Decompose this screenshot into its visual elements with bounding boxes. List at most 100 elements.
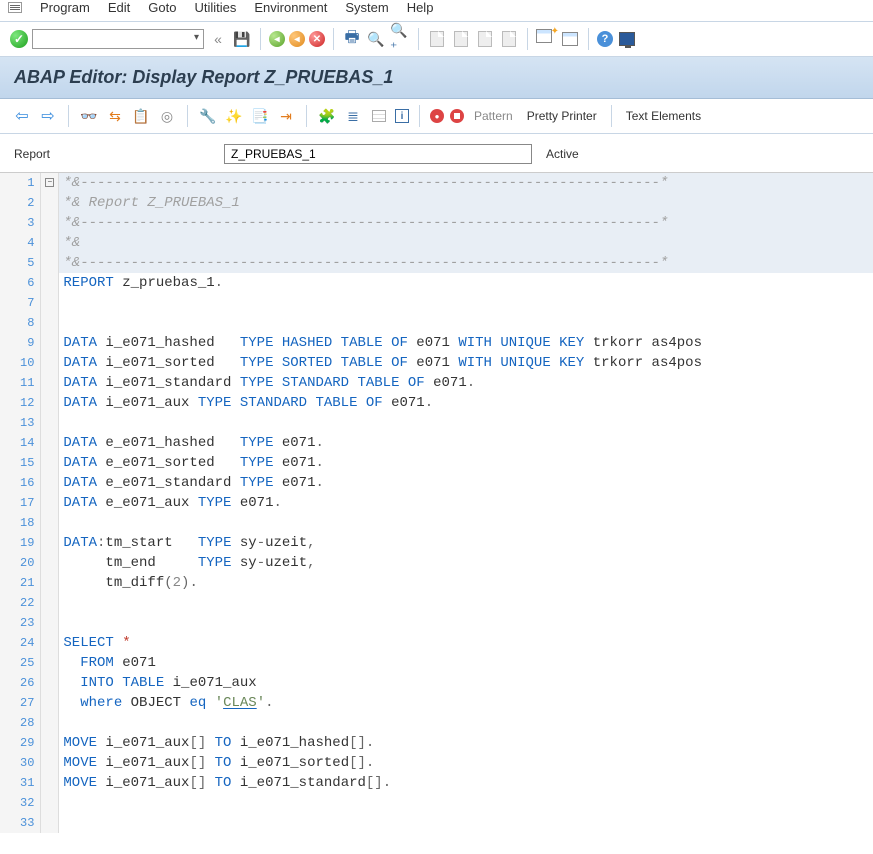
code-editor[interactable]: 1234567891011121314151617181920212223242… [0, 172, 873, 833]
code-line[interactable]: DATA e_e071_aux TYPE e071. [59, 493, 873, 513]
where-used-icon[interactable]: 🧩 [317, 106, 337, 126]
menu-utilities[interactable]: Utilities [194, 0, 236, 15]
other-object-icon[interactable]: ⇆ [105, 106, 125, 126]
code-line[interactable]: DATA i_e071_hashed TYPE HASHED TABLE OF … [59, 333, 873, 353]
collapse-icon[interactable]: « [208, 29, 228, 49]
find-next-icon[interactable]: 🔍⁺ [390, 29, 410, 49]
code-line[interactable] [59, 513, 873, 533]
code-line[interactable] [59, 613, 873, 633]
nav-list-icon[interactable]: i [395, 109, 409, 123]
code-line[interactable]: SELECT * [59, 633, 873, 653]
fold-column[interactable]: − [41, 173, 59, 833]
line-number: 6 [20, 273, 34, 293]
menu-bar: Program Edit Goto Utilities Environment … [0, 0, 873, 22]
separator [333, 28, 334, 50]
enhance-icon[interactable]: ◎ [157, 106, 177, 126]
object-list-icon[interactable]: ≣ [343, 106, 363, 126]
back-icon[interactable]: ◂ [269, 31, 285, 47]
system-toolbar: ✓ « 💾 ◂ ◂ ✕ 🖶 🔍 🔍⁺ ✦ ? [0, 22, 873, 57]
line-number: 29 [20, 733, 34, 753]
inactive-icon[interactable]: 📋 [131, 106, 151, 126]
code-line[interactable]: tm_end TYPE sy-uzeit, [59, 553, 873, 573]
code-line[interactable]: REPORT z_pruebas_1. [59, 273, 873, 293]
separator [306, 105, 307, 127]
code-line[interactable]: DATA i_e071_standard TYPE STANDARD TABLE… [59, 373, 873, 393]
code-line[interactable]: *& [59, 233, 873, 253]
save-icon[interactable]: 💾 [232, 29, 252, 49]
customize-layout-icon[interactable] [617, 29, 637, 49]
activate-icon[interactable]: ✨ [224, 106, 244, 126]
code-line[interactable]: DATA e_e071_hashed TYPE e071. [59, 433, 873, 453]
menu-system[interactable]: System [345, 0, 388, 15]
exit-icon[interactable]: ◂ [289, 31, 305, 47]
code-line[interactable]: *& Report Z_PRUEBAS_1 [59, 193, 873, 213]
code-line[interactable] [59, 713, 873, 733]
code-line[interactable]: MOVE i_e071_aux[] TO i_e071_hashed[]. [59, 733, 873, 753]
code-line[interactable]: *&--------------------------------------… [59, 173, 873, 193]
line-number: 24 [20, 633, 34, 653]
code-line[interactable]: tm_diff(2). [59, 573, 873, 593]
line-number: 1 [20, 173, 34, 193]
line-number: 14 [20, 433, 34, 453]
code-line[interactable] [59, 793, 873, 813]
first-page-icon[interactable] [427, 29, 447, 49]
command-field[interactable] [32, 29, 204, 49]
code-area[interactable]: *&--------------------------------------… [59, 173, 873, 833]
pretty-printer-button[interactable]: Pretty Printer [523, 107, 601, 125]
find-icon[interactable]: 🔍 [366, 29, 386, 49]
display-change-icon[interactable]: 👓 [79, 106, 99, 126]
menu-environment[interactable]: Environment [254, 0, 327, 15]
code-line[interactable]: DATA e_e071_sorted TYPE e071. [59, 453, 873, 473]
line-number: 7 [20, 293, 34, 313]
code-line[interactable] [59, 813, 873, 833]
code-line[interactable]: DATA i_e071_aux TYPE STANDARD TABLE OF e… [59, 393, 873, 413]
check-icon[interactable]: 🔧 [198, 106, 218, 126]
code-line[interactable] [59, 413, 873, 433]
code-line[interactable]: DATA e_e071_standard TYPE e071. [59, 473, 873, 493]
breakpoint-external-icon[interactable] [450, 109, 464, 123]
text-elements-button[interactable]: Text Elements [622, 107, 705, 125]
prev-page-icon[interactable] [451, 29, 471, 49]
code-line[interactable]: MOVE i_e071_aux[] TO i_e071_sorted[]. [59, 753, 873, 773]
code-line[interactable] [59, 293, 873, 313]
code-line[interactable]: *&--------------------------------------… [59, 213, 873, 233]
menu-edit[interactable]: Edit [108, 0, 130, 15]
code-line[interactable]: DATA i_e071_sorted TYPE SORTED TABLE OF … [59, 353, 873, 373]
code-line[interactable]: where OBJECT eq 'CLAS'. [59, 693, 873, 713]
code-line[interactable] [59, 593, 873, 613]
create-shortcut-icon[interactable] [560, 29, 580, 49]
title-bar: ABAP Editor: Display Report Z_PRUEBAS_1 [0, 57, 873, 99]
code-line[interactable]: DATA:tm_start TYPE sy-uzeit, [59, 533, 873, 553]
next-page-icon[interactable] [475, 29, 495, 49]
new-session-icon[interactable]: ✦ [536, 29, 556, 49]
line-number: 23 [20, 613, 34, 633]
cancel-icon[interactable]: ✕ [309, 31, 325, 47]
separator [588, 28, 589, 50]
direct-icon[interactable]: 📑 [250, 106, 270, 126]
next-object-icon[interactable]: ⇨ [38, 106, 58, 126]
test-icon[interactable]: ⇥ [276, 106, 296, 126]
display-list-icon[interactable] [369, 106, 389, 126]
fold-icon[interactable]: − [45, 178, 54, 187]
menu-goto[interactable]: Goto [148, 0, 176, 15]
code-line[interactable]: MOVE i_e071_aux[] TO i_e071_standard[]. [59, 773, 873, 793]
page-title: ABAP Editor: Display Report Z_PRUEBAS_1 [14, 67, 859, 88]
window-menu-icon[interactable] [8, 2, 22, 13]
help-icon[interactable]: ? [597, 31, 613, 47]
report-name-input[interactable] [224, 144, 532, 164]
code-line[interactable] [59, 313, 873, 333]
last-page-icon[interactable] [499, 29, 519, 49]
enter-icon[interactable]: ✓ [10, 30, 28, 48]
line-number: 2 [20, 193, 34, 213]
code-line[interactable]: FROM e071 [59, 653, 873, 673]
pattern-button[interactable]: Pattern [470, 107, 517, 125]
breakpoint-session-icon[interactable]: ● [430, 109, 444, 123]
menu-help[interactable]: Help [407, 0, 434, 15]
menu-program[interactable]: Program [40, 0, 90, 15]
code-line[interactable]: INTO TABLE i_e071_aux [59, 673, 873, 693]
print-icon[interactable]: 🖶 [342, 29, 362, 49]
separator [68, 105, 69, 127]
prev-object-icon[interactable]: ⇦ [12, 106, 32, 126]
line-number: 5 [20, 253, 34, 273]
code-line[interactable]: *&--------------------------------------… [59, 253, 873, 273]
